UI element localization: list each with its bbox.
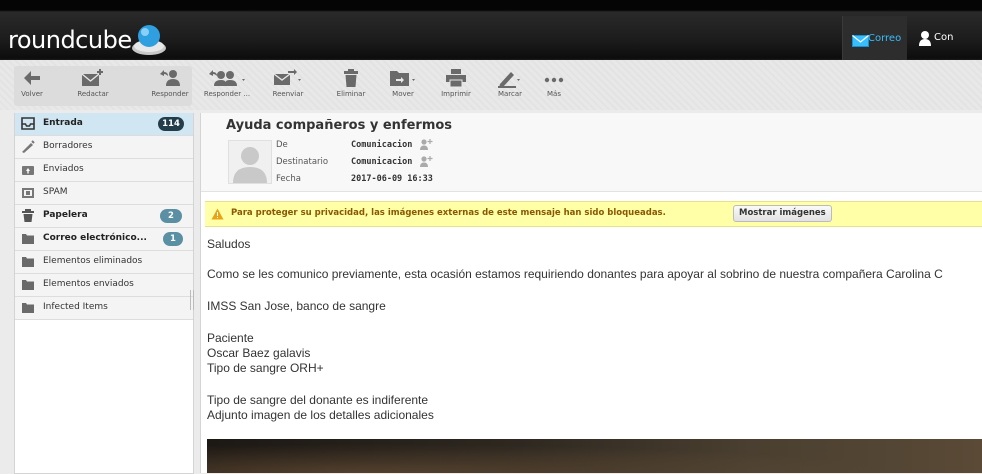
reply-button[interactable]: Responder <box>146 68 194 104</box>
move-label: Mover <box>392 90 414 98</box>
unread-badge: 1 <box>163 232 183 246</box>
folder-drafts[interactable]: Borradores <box>15 136 193 159</box>
warning-triangle-icon <box>211 208 224 220</box>
printer-icon <box>446 69 466 88</box>
reply-icon <box>160 70 180 86</box>
person-silhouette-icon <box>233 147 267 183</box>
date-label: Fecha <box>276 174 301 184</box>
reply-all-button[interactable]: Responder ... <box>198 68 256 104</box>
unread-badge: 114 <box>158 117 184 131</box>
back-label: Volver <box>21 90 43 98</box>
roundcube-logo-icon <box>132 25 166 55</box>
folder-infected-items[interactable]: Infected Items <box>15 297 193 320</box>
print-button[interactable]: Imprimir <box>436 68 476 104</box>
body-paragraph: IMSS San Jose, banco de sangre <box>207 299 386 313</box>
move-folder-icon <box>390 71 415 86</box>
forward-button[interactable]: Reenviar <box>268 68 308 104</box>
compose-envelope-icon <box>81 69 103 86</box>
pencil-mark-icon <box>498 72 520 88</box>
folder-sent-items[interactable]: Elementos enviados <box>15 274 193 297</box>
body-line: Tipo de sangre ORH+ <box>207 361 324 375</box>
back-button[interactable]: Volver <box>12 68 52 104</box>
unread-badge: 2 <box>160 209 182 223</box>
trash-icon <box>22 209 34 222</box>
folder-name: Enviados <box>43 164 84 174</box>
folder-name: Elementos enviados <box>43 279 134 289</box>
date-value: 2017-06-09 16:33 <box>351 174 433 184</box>
folder-icon <box>22 234 34 244</box>
reply-all-icon <box>209 70 245 86</box>
body-paragraph: Como se les comunico previamente, esta o… <box>207 267 943 281</box>
print-label: Imprimir <box>441 90 471 98</box>
to-value[interactable]: Comunicacion <box>351 157 412 167</box>
folder-sent[interactable]: Enviados <box>15 159 193 182</box>
inbox-icon <box>21 117 35 130</box>
move-button[interactable]: Mover <box>384 68 422 104</box>
person-icon <box>919 31 931 46</box>
folder-icon <box>22 280 34 290</box>
forward-label: Reenviar <box>272 90 304 98</box>
sent-icon <box>22 166 34 175</box>
folder-name: Borradores <box>43 141 93 151</box>
message-subject: Ayuda compañeros y enfermos <box>226 118 453 133</box>
body-line: Adjunto imagen de los detalles adicional… <box>207 408 434 422</box>
spam-icon <box>22 188 34 198</box>
attached-image-highlight <box>207 439 982 473</box>
folder-icon <box>22 303 34 313</box>
blocked-images-warning: Para proteger su privacidad, las imágene… <box>205 201 982 227</box>
message-headers: Ayuda compañeros y enfermos De Comunicac… <box>201 113 982 192</box>
compose-button[interactable]: Redactar <box>68 68 118 104</box>
mark-label: Marcar <box>497 90 523 98</box>
compose-label: Redactar <box>77 90 109 98</box>
top-bar: roundcube Correo Con <box>0 0 982 60</box>
folder-spam[interactable]: SPAM <box>15 182 193 205</box>
folder-name: Infected Items <box>43 302 108 312</box>
folder-list: Entrada 114 Borradores Enviados SPAM Pap… <box>14 113 194 474</box>
from-value[interactable]: Comunicacion <box>351 140 412 150</box>
envelope-icon <box>852 35 869 47</box>
folder-name: Entrada <box>43 118 83 128</box>
drafts-pencil-icon <box>22 140 35 153</box>
sender-avatar <box>228 140 272 184</box>
back-arrow-icon <box>24 71 40 85</box>
folder-deleted-items[interactable]: Elementos eliminados <box>15 251 193 274</box>
folder-email[interactable]: Correo electrónico... 1 <box>15 228 193 251</box>
nav-mail-label: Correo <box>868 33 902 44</box>
more-button[interactable]: Más <box>540 68 568 104</box>
body-line: Tipo de sangre del donante es indiferent… <box>207 393 429 407</box>
body-line: Oscar Baez galavis <box>207 346 311 360</box>
show-images-button[interactable]: Mostrar imágenes <box>733 205 832 222</box>
app-logo[interactable]: roundcube <box>8 26 132 54</box>
folder-name: Papelera <box>43 210 88 220</box>
folder-name: SPAM <box>43 187 68 197</box>
delete-button[interactable]: Eliminar <box>330 68 372 104</box>
folder-icon <box>22 257 34 267</box>
warning-text: Para proteger su privacidad, las imágene… <box>231 208 666 218</box>
folder-inbox[interactable]: Entrada 114 <box>15 113 193 136</box>
body-greeting: Saludos <box>207 237 251 251</box>
message-view: Ayuda compañeros y enfermos De Comunicac… <box>200 113 982 473</box>
reply-label: Responder <box>151 90 189 98</box>
folder-name: Elementos eliminados <box>43 256 143 266</box>
from-label: De <box>276 140 288 150</box>
mark-button[interactable]: Marcar <box>492 68 528 104</box>
more-dots-icon <box>544 77 564 83</box>
panel-splitter[interactable] <box>190 290 194 310</box>
nav-mail[interactable]: Correo <box>842 16 907 60</box>
add-contact-icon[interactable] <box>419 155 433 167</box>
folder-name: Correo electrónico... <box>43 233 147 243</box>
nav-contacts[interactable]: Con <box>908 16 982 60</box>
add-contact-icon[interactable] <box>419 138 433 150</box>
forward-icon <box>273 69 301 85</box>
folder-trash[interactable]: Papelera 2 <box>15 205 193 228</box>
more-label: Más <box>547 90 561 98</box>
reply-all-label: Responder ... <box>203 90 251 98</box>
trash-icon <box>344 69 358 87</box>
body-line: Paciente <box>207 331 254 345</box>
delete-label: Eliminar <box>336 90 366 98</box>
nav-contacts-label: Con <box>934 32 954 43</box>
to-label: Destinatario <box>276 157 329 167</box>
